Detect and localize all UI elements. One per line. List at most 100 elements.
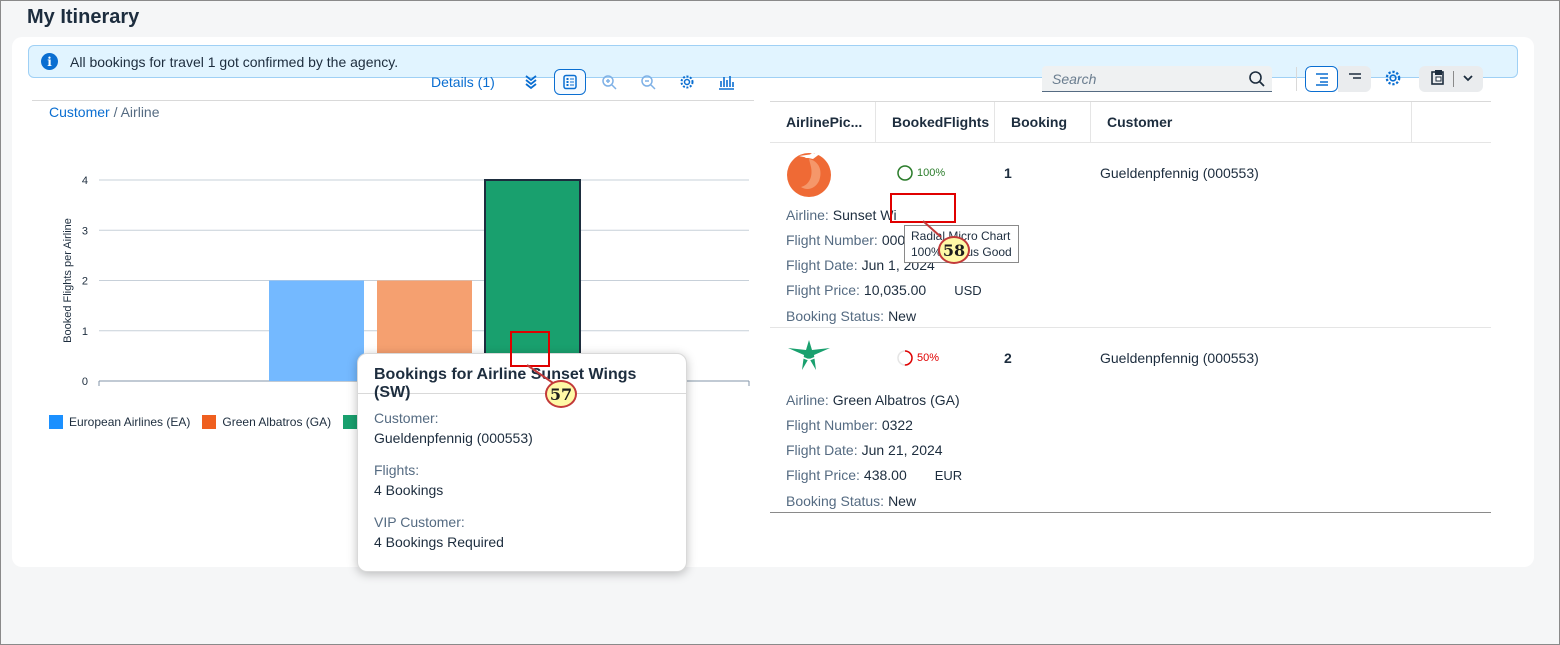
page-title: My Itinerary bbox=[27, 6, 140, 28]
airline-label: Airline: bbox=[786, 392, 829, 408]
search-input[interactable]: Search bbox=[1042, 66, 1272, 92]
legend-swatch bbox=[343, 415, 358, 429]
currency-code: EUR bbox=[934, 468, 963, 483]
legend-item[interactable]: European Airlines (EA) bbox=[49, 415, 190, 429]
chart-legend: European Airlines (EA) Green Albatros (GA… bbox=[49, 415, 375, 429]
popover-flights-value: 4 Bookings bbox=[374, 482, 444, 498]
bookings-table: AirlinePic... BookedFlights Booking Cust… bbox=[770, 101, 1491, 513]
export-icon bbox=[1429, 69, 1447, 90]
y-tick-label: 2 bbox=[82, 276, 88, 288]
zoom-out-icon[interactable] bbox=[632, 69, 664, 95]
popover-vip-label: VIP Customer: bbox=[374, 514, 465, 530]
airline-value: Sunset Wi bbox=[832, 207, 897, 223]
settings-gear-icon[interactable] bbox=[671, 69, 703, 95]
breadcrumb: Customer / Airline bbox=[49, 104, 160, 120]
y-axis-label: Booked Flights per Airline bbox=[62, 218, 74, 343]
y-tick-label: 0 bbox=[82, 376, 88, 388]
booking-status-label: Booking Status: bbox=[786, 493, 885, 509]
booking-status-field: Booking Status: New bbox=[786, 493, 916, 509]
zoom-in-icon[interactable] bbox=[593, 69, 625, 95]
legend-swatch bbox=[202, 415, 217, 429]
radial-micro-chart-ring bbox=[897, 350, 913, 366]
customer-name: Gueldenpfennig (000553) bbox=[1100, 350, 1259, 366]
legend-label: European Airlines (EA) bbox=[69, 415, 191, 429]
flight-date-field: Flight Date: Jun 21, 2024 bbox=[786, 442, 943, 458]
chart-type-icon[interactable] bbox=[710, 69, 742, 95]
column-empty bbox=[1412, 102, 1491, 142]
micro-chart-value: 100% bbox=[917, 167, 946, 179]
booking-number: 2 bbox=[1004, 350, 1012, 366]
flight-date-label: Flight Date: bbox=[786, 257, 858, 273]
y-tick-label: 1 bbox=[82, 326, 88, 338]
annotation-callout-57: 57 bbox=[545, 380, 577, 408]
table-header: AirlinePic... BookedFlights Booking Cust… bbox=[770, 102, 1491, 143]
flight-price-label: Flight Price: bbox=[786, 282, 860, 298]
column-booking[interactable]: Booking bbox=[995, 102, 1091, 142]
export-button[interactable] bbox=[1419, 66, 1483, 92]
legend-toggle-icon[interactable] bbox=[553, 69, 586, 95]
booking-status-field: Booking Status: New bbox=[786, 308, 916, 324]
flight-number-label: Flight Number: bbox=[786, 417, 878, 433]
collapse-rows-icon[interactable] bbox=[1338, 66, 1371, 92]
y-tick-label: 3 bbox=[82, 225, 88, 237]
search-icon[interactable] bbox=[1248, 70, 1266, 91]
breadcrumb-customer-link[interactable]: Customer bbox=[49, 104, 110, 120]
flight-date-value: Jun 21, 2024 bbox=[861, 442, 943, 458]
bar-european-airlines-ea bbox=[269, 280, 364, 381]
flight-date-label: Flight Date: bbox=[786, 442, 858, 458]
radial-micro-chart[interactable]: 100% bbox=[896, 164, 945, 182]
sunset-wings-logo bbox=[785, 149, 835, 200]
info-icon: i bbox=[41, 53, 58, 70]
table-settings-gear-icon[interactable] bbox=[1384, 69, 1402, 92]
popover-customer-label: Customer: bbox=[374, 410, 439, 426]
flight-number-value: 0322 bbox=[881, 417, 913, 433]
green-albatros-logo bbox=[786, 338, 832, 375]
chart-toolbar-divider bbox=[32, 100, 754, 101]
legend-label: Green Albatros (GA) bbox=[222, 415, 332, 429]
details-link[interactable]: Details (1) bbox=[431, 74, 495, 90]
column-customer[interactable]: Customer bbox=[1091, 102, 1412, 142]
breadcrumb-current: Airline bbox=[120, 104, 160, 120]
message-text: All bookings for travel 1 got confirmed … bbox=[70, 53, 399, 70]
search-placeholder: Search bbox=[1052, 70, 1097, 87]
currency-code: USD bbox=[954, 283, 982, 298]
popover-flights-label: Flights: bbox=[374, 462, 420, 478]
airline-field: Airline: Sunset Wi bbox=[786, 207, 897, 223]
breadcrumb-separator: / bbox=[109, 104, 121, 120]
expand-rows-icon[interactable] bbox=[1305, 66, 1338, 92]
flight-price-label: Flight Price: bbox=[786, 467, 860, 483]
radial-micro-chart-ring bbox=[897, 165, 913, 181]
airline-value: Green Albatros (GA) bbox=[832, 392, 960, 408]
chevron-down-icon[interactable] bbox=[1462, 70, 1474, 88]
flight-price-field: Flight Price: 10,035.00 USD bbox=[786, 282, 982, 298]
flight-number-label: Flight Number: bbox=[786, 232, 878, 248]
booking-number: 1 bbox=[1004, 165, 1012, 181]
chart-toolbar: Details (1) bbox=[431, 67, 749, 97]
annotation-callout-58: 58 bbox=[938, 236, 970, 264]
popover-customer-value: Gueldenpfennig (000553) bbox=[374, 430, 533, 446]
booking-status-value: New bbox=[888, 493, 917, 509]
flight-price-field: Flight Price: 438.00 EUR bbox=[786, 467, 962, 483]
airline-label: Airline: bbox=[786, 207, 829, 223]
legend-swatch bbox=[49, 415, 63, 429]
radial-arc bbox=[897, 165, 913, 181]
flight-price-value: 10,035.00 bbox=[863, 282, 927, 298]
table-row[interactable]: 100% 1 Gueldenpfennig (000553) Airline: S… bbox=[770, 143, 1491, 328]
drill-down-icon[interactable] bbox=[515, 69, 547, 95]
y-tick-label: 4 bbox=[82, 175, 88, 187]
booking-status-label: Booking Status: bbox=[786, 308, 885, 324]
view-toggle bbox=[1305, 66, 1371, 92]
column-booked-flights[interactable]: BookedFlights bbox=[876, 102, 995, 142]
column-airline-pic[interactable]: AirlinePic... bbox=[770, 102, 876, 142]
airline-field: Airline: Green Albatros (GA) bbox=[786, 392, 960, 408]
booking-status-value: New bbox=[888, 308, 917, 324]
popover-vip-value: 4 Bookings Required bbox=[374, 534, 504, 550]
info-message-strip: i All bookings for travel 1 got confirme… bbox=[28, 45, 1518, 78]
micro-chart-value: 50% bbox=[917, 352, 940, 364]
flight-number-field: Flight Number: 0322 bbox=[786, 417, 913, 433]
legend-item[interactable]: Green Albatros (GA) bbox=[202, 415, 331, 429]
toolbar-separator bbox=[1296, 67, 1297, 91]
table-row[interactable]: 50% 2 Gueldenpfennig (000553) Airline: Gr… bbox=[770, 328, 1491, 513]
customer-name: Gueldenpfennig (000553) bbox=[1100, 165, 1259, 181]
radial-micro-chart[interactable]: 50% bbox=[896, 349, 939, 367]
